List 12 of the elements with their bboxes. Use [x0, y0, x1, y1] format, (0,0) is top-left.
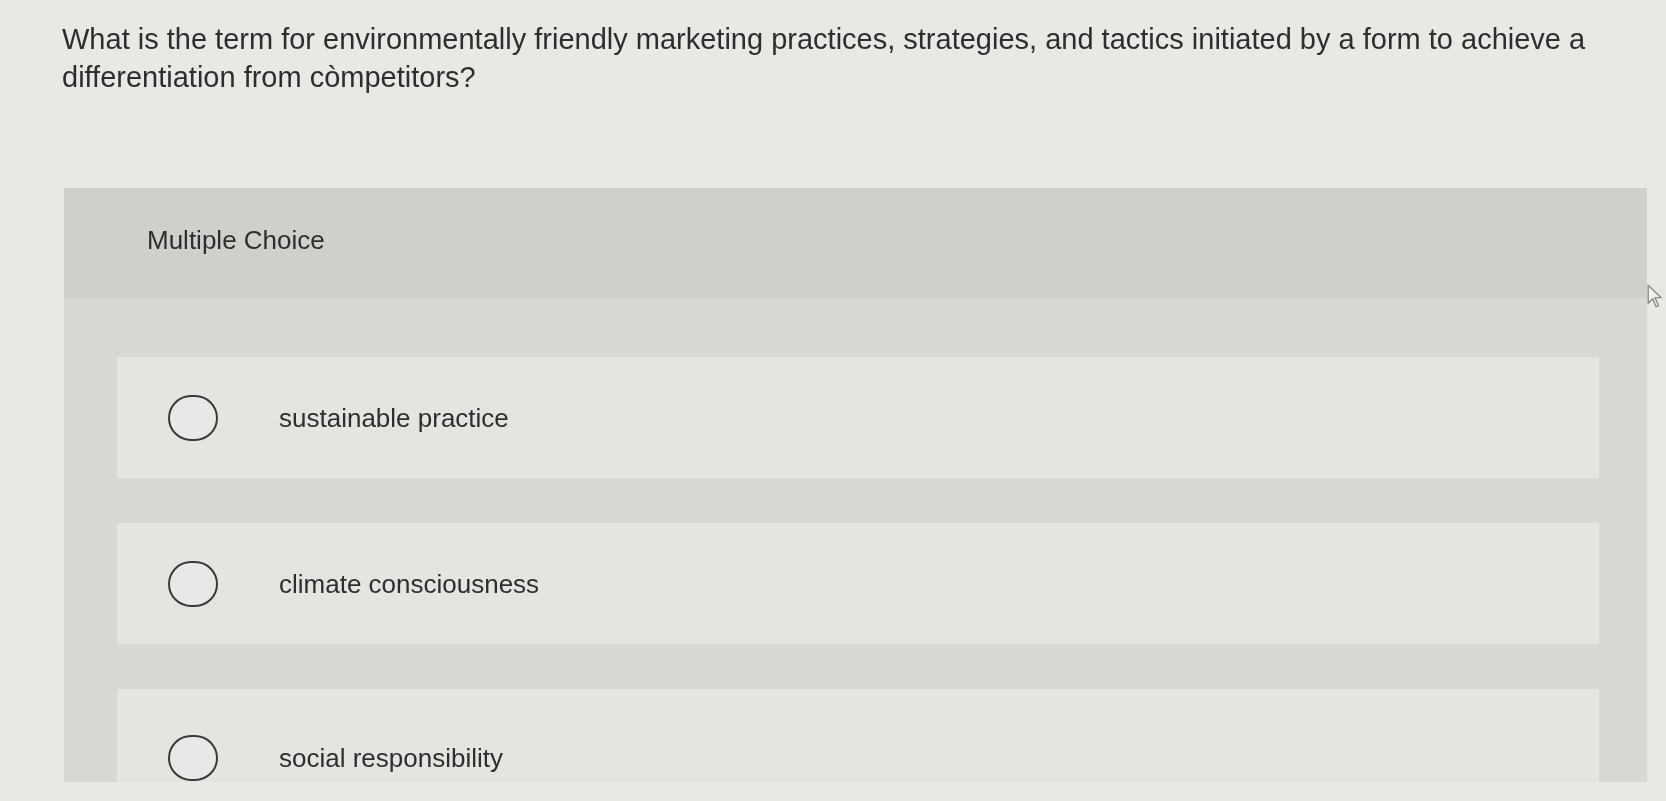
option-label: social responsibility [279, 742, 503, 775]
answer-option-card[interactable]: sustainable practice [117, 357, 1599, 478]
option-label: sustainable practice [279, 401, 509, 435]
radio-button[interactable] [168, 560, 218, 607]
radio-button[interactable] [168, 735, 218, 781]
option-label: climate consciousness [279, 567, 540, 601]
question-type-label: Multiple Choice [147, 224, 325, 256]
mouse-pointer-icon [1647, 284, 1663, 309]
answer-option-card[interactable]: climate consciousness [117, 523, 1599, 644]
radio-button[interactable] [168, 394, 218, 441]
answer-option-card[interactable]: social responsibility [117, 689, 1599, 782]
question-text: What is the term for environmentally friendly marketing practices, strategies, and tactics initiated by a form to achieve a differentiation from còmpetitors? [62, 22, 1587, 95]
